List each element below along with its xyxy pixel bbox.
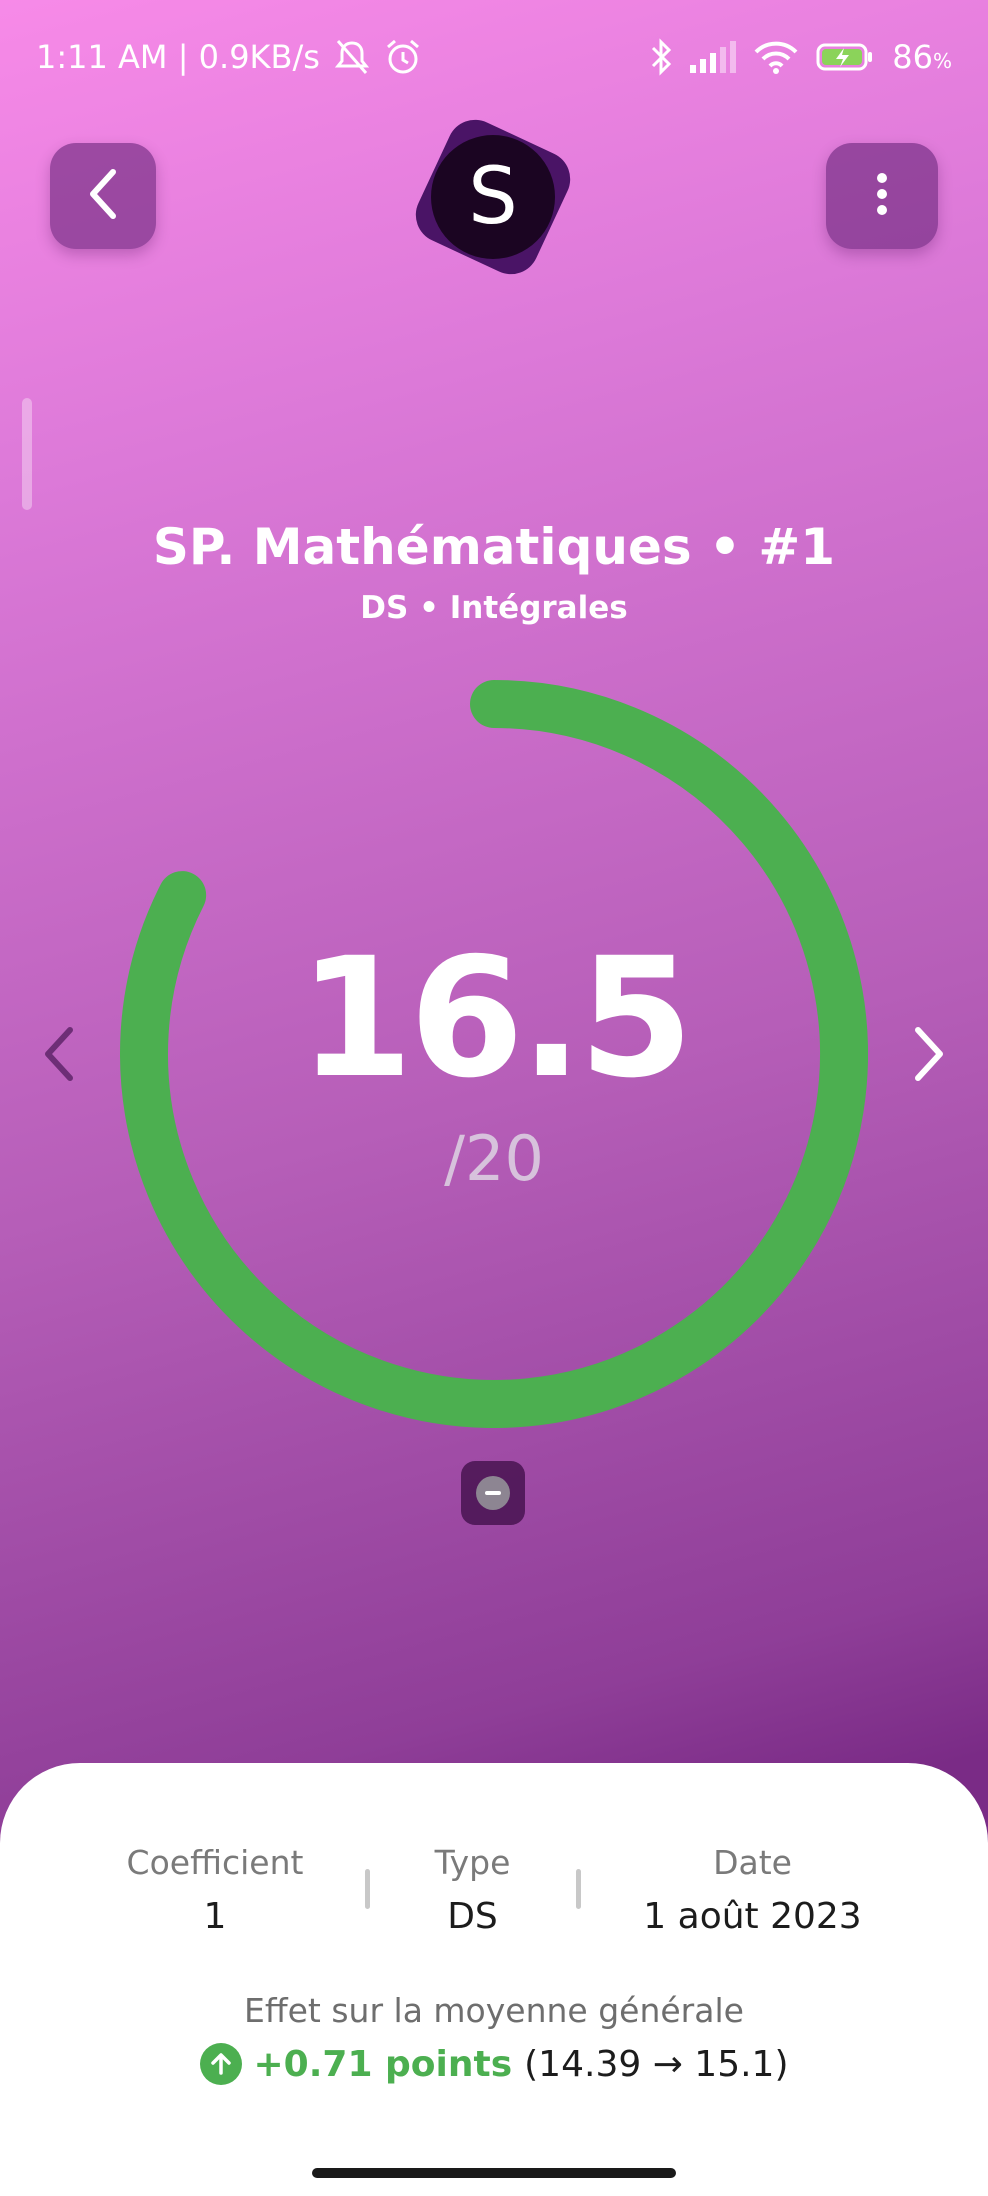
arrow-up-icon (199, 2043, 242, 2085)
home-indicator[interactable] (312, 2168, 676, 2178)
subject-logo: S (398, 102, 588, 292)
coefficient-value: 1 (203, 1896, 227, 1937)
remove-grade-button[interactable] (461, 1461, 525, 1525)
alarm-icon (384, 38, 422, 76)
back-button[interactable] (50, 143, 156, 249)
coefficient-info: Coefficient 1 (100, 1843, 330, 1937)
bluetooth-icon (650, 38, 672, 76)
type-info: Type DS (385, 1843, 560, 1937)
grade-max: /20 (444, 1122, 544, 1195)
more-options-button[interactable] (826, 143, 938, 249)
effect-change: (14.39 → 15.1) (524, 2043, 789, 2085)
subject-title: SP. Mathématiques • #1 (152, 518, 836, 576)
date-label: Date (713, 1843, 792, 1882)
more-vertical-icon (874, 171, 890, 221)
details-sheet: Coefficient 1 Type DS Date 1 août 2023 E… (0, 1763, 988, 2196)
chevron-left-icon (83, 166, 123, 226)
coefficient-label: Coefficient (126, 1843, 304, 1882)
battery-level: 86% (892, 38, 952, 76)
grade-value: 16.5 (298, 922, 693, 1114)
divider (576, 1869, 581, 1909)
logo-letter: S (468, 152, 518, 242)
divider (365, 1869, 370, 1909)
status-right: 86% (650, 38, 952, 76)
wifi-icon (754, 40, 798, 74)
subject-subtitle: DS • Intégrales (360, 590, 628, 626)
type-label: Type (434, 1843, 511, 1882)
signal-icon (690, 41, 737, 73)
status-left: 1:11 AM | 0.9KB/s (36, 38, 422, 76)
date-info: Date 1 août 2023 (625, 1843, 880, 1937)
scroll-indicator (22, 398, 32, 510)
status-time: 1:11 AM | 0.9KB/s (36, 38, 320, 76)
date-value: 1 août 2023 (643, 1896, 862, 1937)
effect-points: +0.71 points (253, 2043, 513, 2085)
bell-off-icon (332, 39, 372, 75)
type-value: DS (447, 1896, 498, 1937)
battery-icon (816, 43, 874, 71)
minus-circle-icon (476, 1476, 510, 1510)
effect-label: Effet sur la moyenne générale (244, 1991, 744, 2030)
effect-line: +0.71 points (14.39 → 15.1) (0, 2043, 988, 2085)
